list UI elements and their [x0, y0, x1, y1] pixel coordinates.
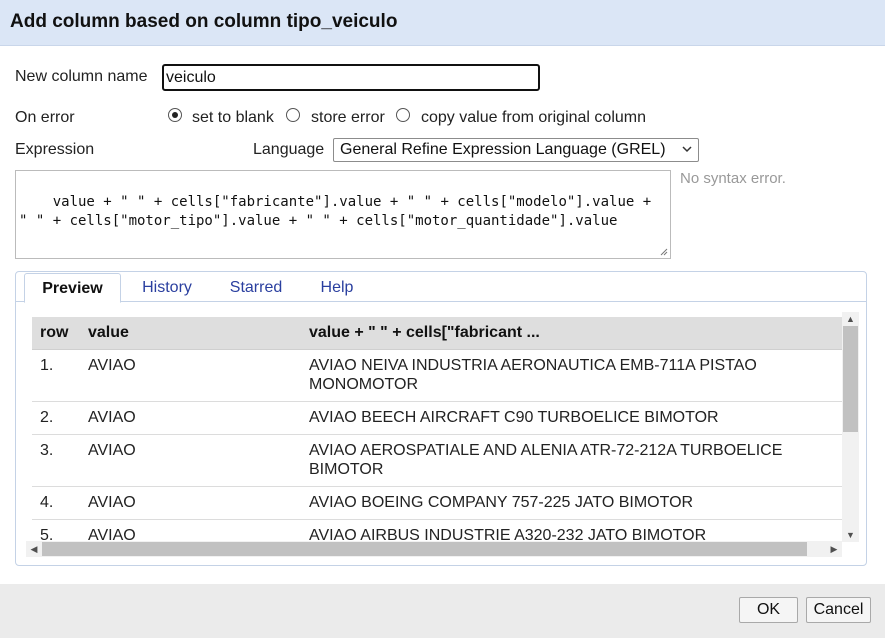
new-column-name-label: New column name: [15, 68, 148, 85]
row-result: AVIAO BEECH AIRCRAFT C90 TURBOELICE BIMO…: [301, 401, 842, 435]
row-number: 1.: [32, 349, 80, 402]
preview-grid: row value value + " " + cells["fabricant…: [32, 317, 842, 542]
preview-table: row value value + " " + cells["fabricant…: [32, 317, 842, 542]
syntax-status: No syntax error.: [680, 170, 786, 187]
dialog-title: Add column based on column tipo_veiculo: [10, 11, 398, 32]
table-header-row: row value value + " " + cells["fabricant…: [32, 317, 842, 350]
tab-preview[interactable]: Preview: [24, 273, 121, 303]
row-value: AVIAO: [80, 486, 301, 520]
table-row: 4. AVIAO AVIAO BOEING COMPANY 757-225 JA…: [32, 486, 842, 520]
cancel-button[interactable]: Cancel: [806, 597, 871, 623]
scroll-down-icon[interactable]: ▼: [842, 528, 859, 542]
on-error-label: On error: [15, 109, 75, 126]
vertical-scrollbar[interactable]: ▲ ▼: [842, 312, 859, 542]
row-value: AVIAO: [80, 519, 301, 542]
tab-starred-label: Starred: [229, 279, 283, 296]
row-number: 5.: [32, 519, 80, 542]
radio-copy-value-label[interactable]: copy value from original column: [421, 109, 646, 127]
vertical-scroll-thumb[interactable]: [843, 326, 858, 432]
row-result: AVIAO AEROSPATIALE AND ALENIA ATR-72-212…: [301, 434, 842, 487]
expression-textarea[interactable]: value + " " + cells["fabricante"].value …: [15, 170, 671, 259]
row-value: AVIAO: [80, 434, 301, 487]
row-result: AVIAO NEIVA INDUSTRIA AERONAUTICA EMB-71…: [301, 349, 842, 402]
horizontal-scrollbar[interactable]: ◀ ▶: [26, 541, 842, 557]
radio-copy-value[interactable]: [396, 108, 410, 122]
row-number: 3.: [32, 434, 80, 487]
table-row: 5. AVIAO AVIAO AIRBUS INDUSTRIE A320-232…: [32, 519, 842, 542]
horizontal-scroll-thumb[interactable]: [42, 542, 807, 556]
dialog-titlebar[interactable]: Add column based on column tipo_veiculo: [0, 0, 885, 46]
scroll-right-icon[interactable]: ▶: [826, 541, 842, 557]
row-result: AVIAO BOEING COMPANY 757-225 JATO BIMOTO…: [301, 486, 842, 520]
expression-text: value + " " + cells["fabricante"].value …: [19, 194, 660, 229]
radio-store-error[interactable]: [286, 108, 300, 122]
preview-tabs-panel: Preview History Starred Help row value v…: [15, 271, 867, 566]
scroll-up-icon[interactable]: ▲: [842, 312, 859, 326]
tab-help-label: Help: [320, 279, 354, 296]
language-label: Language: [253, 141, 325, 158]
row-number: 2.: [32, 401, 80, 435]
scroll-left-icon[interactable]: ◀: [26, 541, 42, 557]
add-column-dialog: Add column based on column tipo_veiculo …: [0, 0, 885, 638]
tab-history[interactable]: History: [134, 273, 200, 303]
row-result: AVIAO AIRBUS INDUSTRIE A320-232 JATO BIM…: [301, 519, 842, 542]
row-value: AVIAO: [80, 401, 301, 435]
radio-set-to-blank[interactable]: [168, 108, 182, 122]
column-header-value: value: [80, 317, 301, 350]
tab-history-label: History: [142, 279, 192, 296]
dialog-footer: OK Cancel: [0, 584, 885, 638]
tab-strip: Preview History Starred Help: [16, 272, 866, 303]
row-number: 4.: [32, 486, 80, 520]
radio-store-error-label[interactable]: store error: [311, 109, 385, 127]
tab-preview-label: Preview: [42, 280, 103, 297]
radio-set-to-blank-label[interactable]: set to blank: [192, 109, 274, 127]
expression-label: Expression: [15, 141, 95, 158]
tab-help[interactable]: Help: [311, 273, 363, 303]
table-row: 2. AVIAO AVIAO BEECH AIRCRAFT C90 TURBOE…: [32, 401, 842, 435]
new-column-name-input[interactable]: [162, 64, 540, 91]
column-header-expression: value + " " + cells["fabricant ...: [301, 317, 842, 350]
resize-grip-icon[interactable]: [660, 248, 668, 256]
column-header-row: row: [32, 317, 80, 350]
tab-starred[interactable]: Starred: [220, 273, 292, 303]
table-row: 1. AVIAO AVIAO NEIVA INDUSTRIA AERONAUTI…: [32, 349, 842, 402]
ok-button[interactable]: OK: [739, 597, 798, 623]
language-select-value: General Refine Expression Language (GREL…: [340, 141, 666, 158]
table-row: 3. AVIAO AVIAO AEROSPATIALE AND ALENIA A…: [32, 434, 842, 487]
row-value: AVIAO: [80, 349, 301, 402]
language-select[interactable]: General Refine Expression Language (GREL…: [333, 138, 699, 162]
chevron-down-icon: [682, 146, 692, 153]
